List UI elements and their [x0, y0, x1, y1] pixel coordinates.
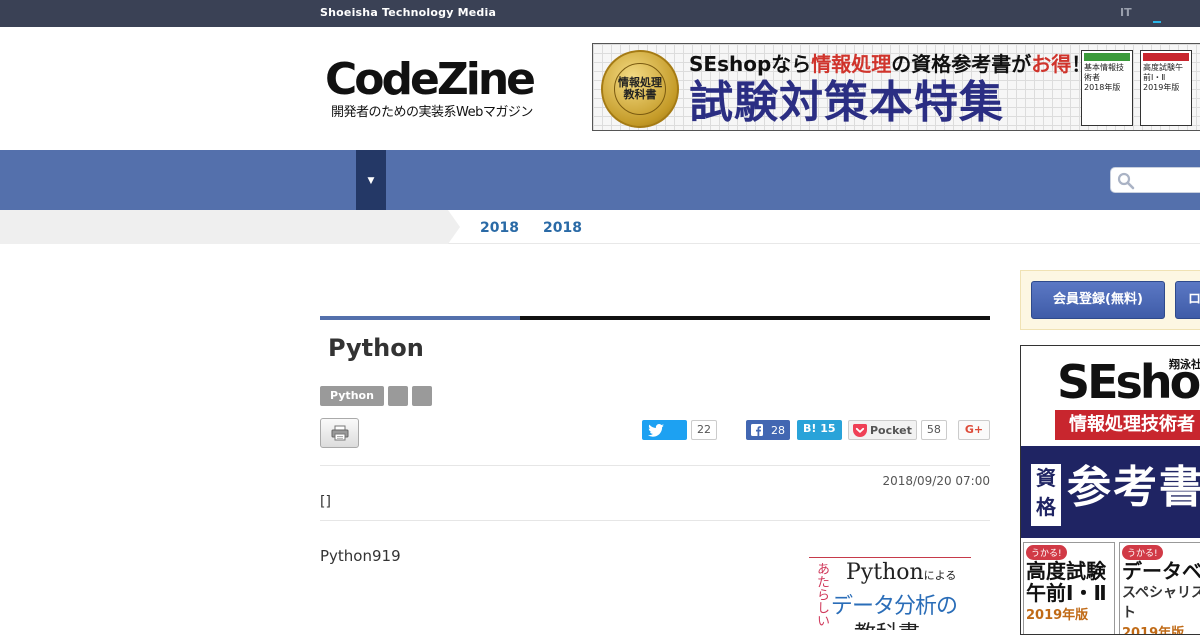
banner-headline-highlight: 情報処理: [811, 52, 892, 76]
sidebar-login-box: 会員登録(無料) ログイン: [1020, 270, 1200, 330]
banner-book-cover: 高度試験午前Ⅰ・Ⅱ 2019年版: [1140, 50, 1192, 126]
ad-book-sub: スペシャリスト: [1122, 585, 1200, 621]
twitter-count: 22: [691, 420, 717, 440]
header-ad-banner[interactable]: 情報処理教科書 SEshopなら情報処理の資格参考書がお得！ 試験対策本特集 基…: [592, 43, 1200, 131]
facebook-icon: [751, 424, 763, 436]
ad-navy-panel: 資格 参考書: [1021, 446, 1200, 538]
ad-shikaku: 資格: [1031, 464, 1061, 526]
tag-chip[interactable]: Python: [320, 386, 384, 406]
google-plus-share: G+: [958, 420, 990, 440]
nav-dropdown-toggle[interactable]: ▼: [356, 150, 386, 210]
book-side-text: あたらしい: [814, 562, 829, 627]
banner-headline-part: SEshopなら: [689, 52, 812, 76]
triangle-down-icon: ▼: [367, 176, 375, 186]
article-title: Python: [328, 334, 424, 362]
article-author: []: [320, 494, 331, 510]
article: Python Python 22 28 B! 15 Pocket 58 G+ 2…: [320, 316, 990, 565]
breadcrumb-link[interactable]: 2018: [480, 220, 519, 236]
article-lead: Python919: [320, 547, 401, 565]
book-title-line3: 教科書: [854, 616, 920, 630]
book-title: 高度試験午前Ⅰ・Ⅱ: [1143, 63, 1183, 82]
book-title: 基本情報技術者: [1084, 63, 1124, 82]
breadcrumb-home[interactable]: [0, 210, 460, 244]
logo-tagline: 開発者のための実装系Webマガジン: [331, 105, 533, 120]
search-input[interactable]: [1137, 172, 1200, 190]
register-button[interactable]: 会員登録(無料): [1031, 281, 1165, 319]
hatena-icon: B!: [803, 422, 817, 435]
ad-top: 翔泳社 SEshop 情報処理技術者: [1021, 346, 1200, 446]
banner-title: 試験対策本特集: [689, 77, 1004, 128]
divider: [320, 520, 990, 521]
top-bar: Shoeisha Technology Media IT: [0, 0, 1200, 27]
ad-book: うかる! データベース スペシャリスト 2019年版: [1119, 542, 1200, 635]
banner-headline-part: の資格参考書が: [891, 52, 1032, 76]
ad-book-sub: 午前Ⅰ・Ⅱ: [1026, 581, 1107, 605]
pocket-icon: [853, 423, 867, 437]
book-title-small: による: [923, 569, 957, 582]
article-tags: Python: [320, 386, 432, 406]
facebook-like-button[interactable]: 28: [746, 420, 790, 440]
ad-book-year: 2019年版: [1122, 626, 1185, 635]
book-year: 2018年版: [1084, 83, 1121, 92]
twitter-share: 22: [642, 420, 717, 440]
hatena-bookmark-button[interactable]: B! 15: [797, 420, 842, 440]
ad-book-title: データベース: [1122, 559, 1200, 583]
banner-headline: SEshopなら情報処理の資格参考書がお得！: [689, 48, 1091, 77]
ad-books: うかる! 高度試験 午前Ⅰ・Ⅱ 2019年版 うかる! データベース スペシャリ…: [1021, 538, 1200, 635]
pocket-share: Pocket 58: [848, 420, 947, 440]
publish-date: 2018/09/20 07:00: [882, 474, 990, 488]
ad-book-year: 2019年版: [1026, 608, 1089, 623]
publisher-brand-link[interactable]: Shoeisha Technology Media: [320, 6, 496, 19]
search-icon: [1117, 172, 1135, 190]
book-title-line1: Pythonによる: [846, 560, 956, 585]
main-nav: ▼: [0, 150, 1200, 210]
book-title-python: Python: [846, 560, 924, 585]
banner-book-cover: 基本情報技術者 2018年版: [1081, 50, 1133, 126]
ad-red-band: 情報処理技術者: [1055, 410, 1200, 440]
ad-sankou: 参考書: [1067, 462, 1200, 513]
medal-icon: 情報処理教科書: [601, 50, 679, 128]
login-button[interactable]: ログイン: [1175, 281, 1200, 319]
book-cover-image[interactable]: あたらしい Pythonによる データ分析の 教科書: [809, 557, 971, 630]
site-logo[interactable]: CodeZine 開発者のための実装系Webマガジン: [325, 54, 536, 121]
divider: [320, 465, 990, 466]
site-header: CodeZine 開発者のための実装系Webマガジン 情報処理教科書 SEsho…: [0, 27, 1200, 150]
it-link[interactable]: IT: [1120, 6, 1132, 19]
title-rule: [320, 316, 990, 320]
hatena-count: 15: [820, 422, 836, 435]
google-plus-button[interactable]: G+: [958, 420, 990, 440]
pocket-button[interactable]: Pocket: [848, 420, 917, 440]
hatena-share: B! 15: [797, 420, 842, 440]
book-year: 2019年版: [1143, 83, 1180, 92]
pocket-label: Pocket: [870, 423, 912, 437]
ad-book-chip: うかる!: [1122, 545, 1163, 560]
logo-wordmark: CodeZine: [325, 54, 536, 105]
book-band: [1084, 53, 1130, 61]
tweet-button[interactable]: [642, 420, 687, 440]
twitter-bird-icon: [648, 423, 664, 437]
banner-headline-highlight: お得: [1031, 52, 1072, 76]
breadcrumb-link[interactable]: 2018: [543, 220, 582, 236]
breadcrumb: 2018 2018: [0, 210, 1200, 244]
printer-icon: [331, 425, 348, 441]
ad-book-chip: うかる!: [1026, 545, 1067, 560]
search-box[interactable]: [1110, 167, 1200, 193]
print-button[interactable]: [320, 418, 359, 448]
ad-seshop-logo: SEshop: [1057, 355, 1200, 409]
tag-chip[interactable]: [387, 386, 408, 406]
ad-book: うかる! 高度試験 午前Ⅰ・Ⅱ 2019年版: [1023, 542, 1115, 634]
sidebar-ad-banner[interactable]: 翔泳社 SEshop 情報処理技術者 資格 参考書 うかる! 高度試験 午前Ⅰ・…: [1020, 345, 1200, 635]
it-link-underline: [1153, 21, 1161, 23]
ad-book-title: 高度試験: [1026, 559, 1106, 583]
facebook-count: 28: [771, 423, 785, 437]
tag-chip[interactable]: [411, 386, 432, 406]
medal-text: 情報処理教科書: [614, 63, 666, 115]
pocket-count: 58: [920, 420, 947, 440]
facebook-share: 28: [746, 420, 790, 440]
book-band: [1143, 53, 1189, 61]
